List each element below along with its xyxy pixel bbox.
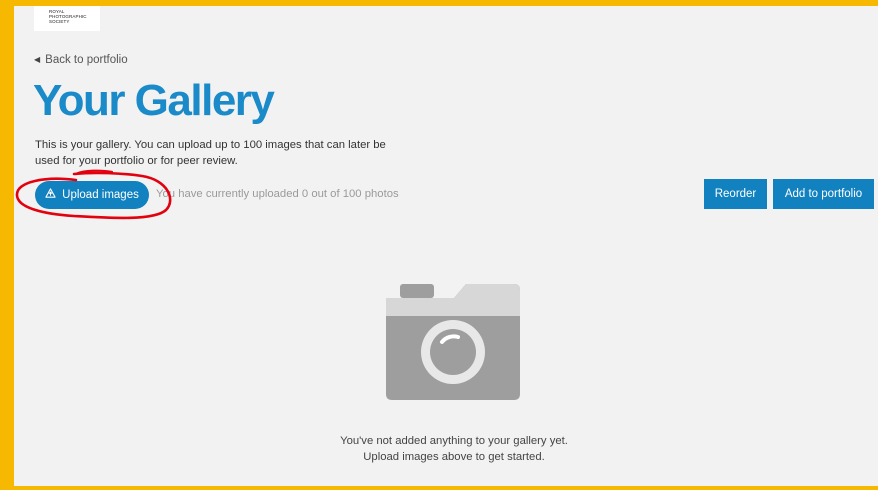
gallery-description: This is your gallery. You can upload up … [35,139,386,167]
back-to-portfolio-link[interactable]: ◀ Back to portfolio [34,54,128,66]
screenshot-border-left [0,0,14,490]
camera-icon [386,284,520,400]
screenshot-border-bottom [0,486,878,490]
caret-left-icon: ◀ [34,55,41,64]
gallery-page: ROYAL PHOTOGRAPHIC SOCIETY ◀ Back to port… [14,6,878,486]
back-link-label: Back to portfolio [45,54,128,66]
logo-line: SOCIETY [49,19,70,24]
red-annotation-circle [15,169,172,220]
reorder-button[interactable]: Reorder [704,179,767,209]
page-title: Your Gallery [33,76,275,125]
site-logo[interactable]: ROYAL PHOTOGRAPHIC SOCIETY [34,6,100,31]
upload-count-status: You have currently uploaded 0 out of 100… [156,188,399,200]
add-to-portfolio-button[interactable]: Add to portfolio [773,179,874,209]
empty-gallery-message: You've not added anything to your galler… [340,435,568,463]
